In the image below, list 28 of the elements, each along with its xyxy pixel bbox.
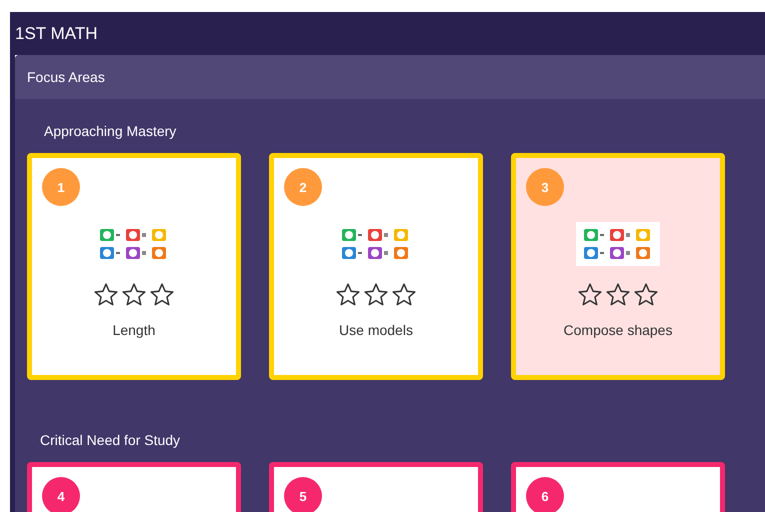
skill-card[interactable]: 4 [27, 462, 241, 512]
card-label: Length [112, 322, 156, 338]
card-label: Compose shapes [564, 322, 672, 338]
skill-card[interactable]: 1 Length [27, 153, 241, 380]
number-badge: 4 [42, 477, 80, 512]
number-badge: 1 [42, 168, 80, 206]
section-title: Critical Need for Study [40, 432, 182, 448]
section-title: Approaching Mastery [44, 123, 178, 139]
star-icon [577, 282, 603, 308]
card-label: Use models [339, 322, 413, 338]
number-badge: 3 [526, 168, 564, 206]
star-icon [335, 282, 361, 308]
star-icon [93, 282, 119, 308]
star-icon [633, 282, 659, 308]
star-icon [149, 282, 175, 308]
app-title: 1ST MATH [15, 24, 98, 44]
skill-card[interactable]: 3 Compose shapes [511, 153, 725, 380]
skill-card[interactable]: 2 Use models [269, 153, 483, 380]
number-badge: 2 [284, 168, 322, 206]
number-badge: 5 [284, 477, 322, 512]
skill-card[interactable]: 5 [269, 462, 483, 512]
star-icon [363, 282, 389, 308]
star-icon [391, 282, 417, 308]
skill-card[interactable]: 6 [511, 462, 725, 512]
star-icon [121, 282, 147, 308]
number-badge: 6 [526, 477, 564, 512]
star-icon [605, 282, 631, 308]
panel-title: Focus Areas [27, 69, 105, 85]
